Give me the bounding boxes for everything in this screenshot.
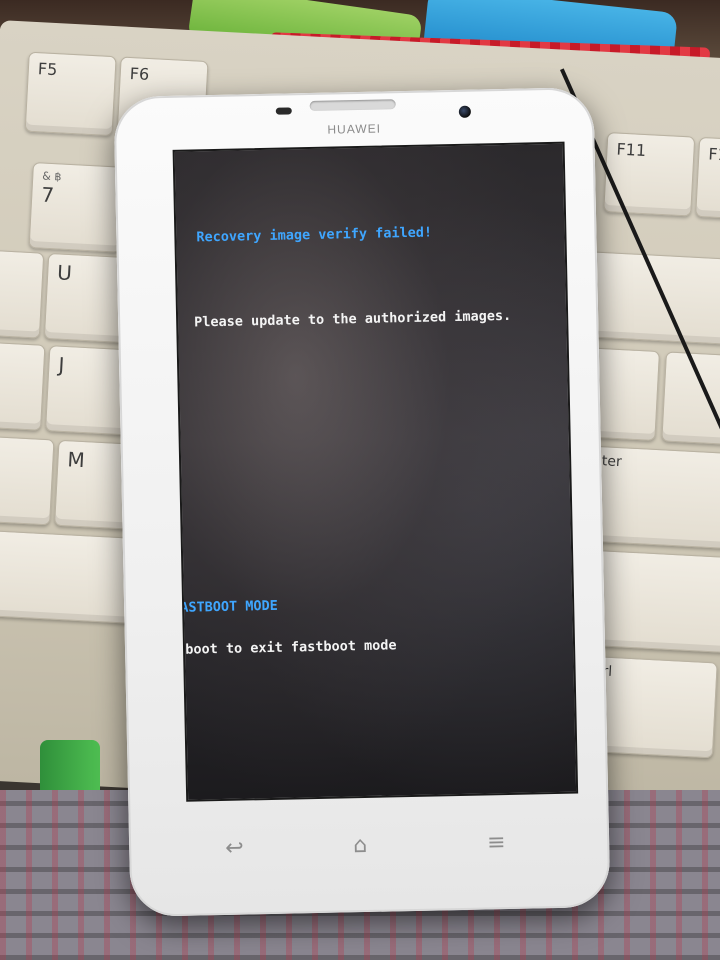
- key-n: [0, 434, 55, 526]
- key-7: & ฿ 7: [28, 162, 125, 253]
- error-title: Recovery image verify failed!: [196, 224, 433, 246]
- phone-screen: Recovery image verify failed! Please upd…: [172, 141, 579, 802]
- menu-icon[interactable]: ≡: [487, 829, 506, 857]
- mode-title: FASTBOOT MODE: [172, 597, 278, 616]
- brand-logo: HUAWEI: [327, 121, 382, 137]
- proximity-sensor: [275, 107, 292, 115]
- front-camera-icon: [458, 105, 471, 118]
- key-f12: F12: [695, 136, 720, 222]
- key-h: [0, 339, 46, 431]
- back-icon[interactable]: ↩: [225, 835, 244, 863]
- home-icon[interactable]: ⌂: [353, 832, 368, 860]
- mode-hint: Reboot to exit fastboot mode: [172, 637, 397, 659]
- error-message: Please update to the authorized images.: [194, 307, 512, 331]
- nav-bar: ↩ ⌂ ≡: [129, 827, 610, 867]
- earpiece-speaker: [309, 99, 396, 112]
- key-f5: F5: [24, 51, 117, 137]
- key-f11: F11: [603, 132, 696, 217]
- phone: HUAWEI Recovery image verify failed! Ple…: [113, 87, 611, 917]
- key-y: [0, 247, 45, 339]
- key-backslash: [584, 251, 720, 348]
